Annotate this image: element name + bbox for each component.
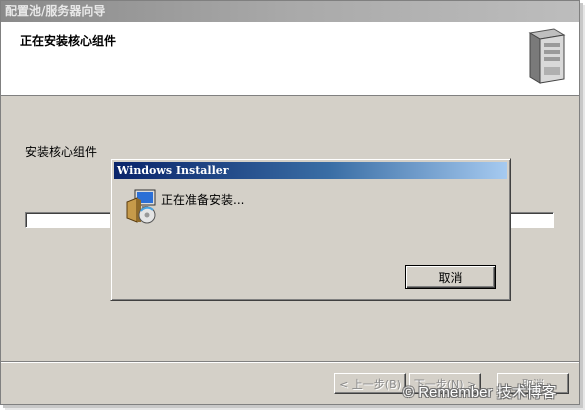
installer-dialog: Windows Installer 正在准备安装... 取消 — [110, 158, 511, 301]
page-title: 正在安装核心组件 — [20, 34, 117, 48]
footer-divider — [1, 361, 579, 363]
dialog-cancel-button[interactable]: 取消 — [405, 265, 496, 289]
window-title: 配置池/服务器向导 — [1, 1, 579, 22]
installer-package-icon — [126, 189, 156, 224]
dialog-title: Windows Installer — [114, 162, 507, 179]
back-button[interactable]: < 上一步(B) — [334, 373, 406, 394]
wizard-header: 正在安装核心组件 — [1, 22, 579, 96]
server-tower-icon — [528, 28, 566, 84]
dialog-message: 正在准备安装... — [161, 193, 245, 207]
section-label: 安装核心组件 — [25, 145, 98, 159]
watermark: © Remember 技术博客 — [403, 384, 557, 401]
